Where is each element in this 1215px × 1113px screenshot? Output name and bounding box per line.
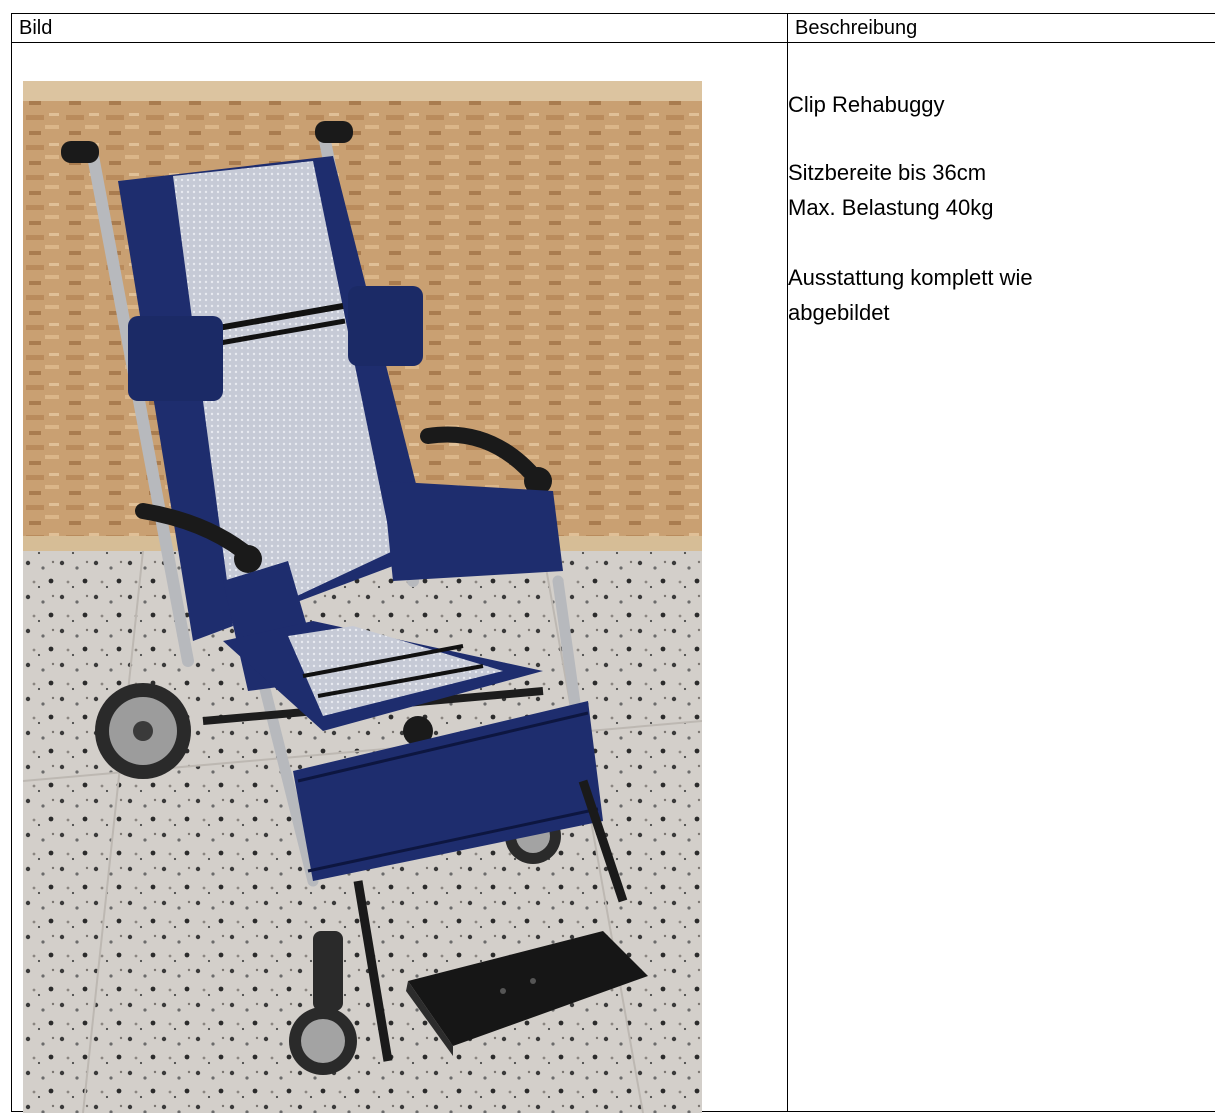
- description-cell: Clip Rehabuggy Sitzbereite bis 36cm Max.…: [788, 43, 1215, 1112]
- header-description-column: Beschreibung: [788, 14, 1215, 43]
- image-cell: [12, 43, 788, 1112]
- spec-seat-width: Sitzbereite bis 36cm: [788, 155, 1215, 190]
- product-name: Clip Rehabuggy: [788, 90, 1215, 120]
- spec-max-load: Max. Belastung 40kg: [788, 190, 1215, 225]
- product-table: Bild Beschreibung: [11, 13, 1215, 1112]
- product-equipment: Ausstattung komplett wie abgebildet: [788, 260, 1118, 330]
- table-content-row: Clip Rehabuggy Sitzbereite bis 36cm Max.…: [12, 43, 1215, 1112]
- table-header-row: Bild Beschreibung: [12, 14, 1215, 43]
- product-photo: [23, 81, 702, 1113]
- product-specs: Sitzbereite bis 36cm Max. Belastung 40kg: [788, 155, 1215, 225]
- header-image-column: Bild: [12, 14, 788, 43]
